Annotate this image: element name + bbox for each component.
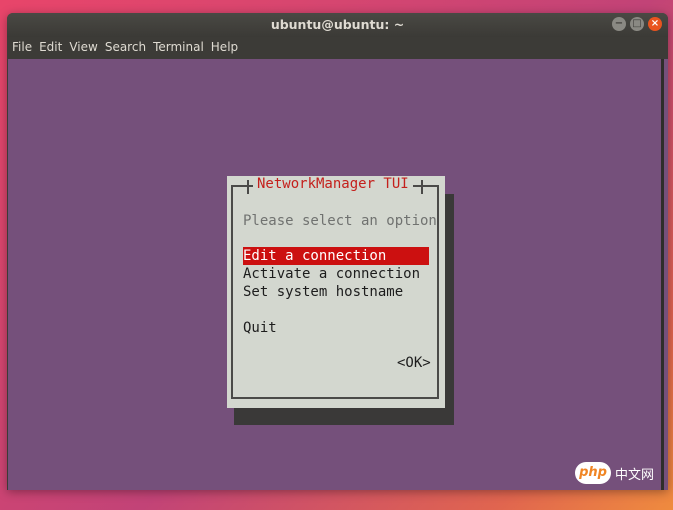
php-logo-icon: php — [575, 462, 611, 484]
terminal-area[interactable]: NetworkManager TUI Please select an opti… — [8, 59, 658, 490]
option-edit-connection[interactable]: Edit a connection — [243, 247, 429, 265]
menu-file[interactable]: File — [10, 37, 37, 59]
maximize-button[interactable]: □ — [630, 17, 644, 31]
dialog-prompt: Please select an option — [243, 213, 437, 229]
menu-bar: File Edit View Search Terminal Help — [7, 37, 668, 59]
window-controls: − □ × — [612, 17, 662, 31]
menu-search[interactable]: Search — [103, 37, 151, 59]
ok-button[interactable]: <OK> — [397, 355, 431, 371]
title-left-tick — [247, 180, 249, 194]
title-right-tick — [421, 180, 423, 194]
menu-help[interactable]: Help — [209, 37, 243, 59]
menu-edit[interactable]: Edit — [37, 37, 67, 59]
menu-terminal[interactable]: Terminal — [151, 37, 209, 59]
watermark-text: 中文网 — [615, 467, 655, 483]
option-quit[interactable]: Quit — [243, 319, 277, 337]
title-bar[interactable]: ubuntu@ubuntu: ~ − □ × — [7, 13, 668, 37]
terminal-window: ubuntu@ubuntu: ~ − □ × File Edit View Se… — [7, 13, 668, 490]
window-title: ubuntu@ubuntu: ~ — [270, 17, 405, 32]
menu-view[interactable]: View — [67, 37, 102, 59]
option-activate-connection[interactable]: Activate a connection — [243, 265, 420, 283]
option-set-hostname[interactable]: Set system hostname — [243, 283, 403, 301]
dialog-title: NetworkManager TUI — [253, 176, 413, 194]
close-button[interactable]: × — [648, 17, 662, 31]
nmtui-dialog: NetworkManager TUI Please select an opti… — [227, 176, 445, 408]
scrollbar-thumb[interactable] — [661, 59, 664, 490]
scrollbar[interactable] — [658, 59, 668, 490]
minimize-button[interactable]: − — [612, 17, 626, 31]
watermark: php 中文网 — [575, 462, 654, 484]
